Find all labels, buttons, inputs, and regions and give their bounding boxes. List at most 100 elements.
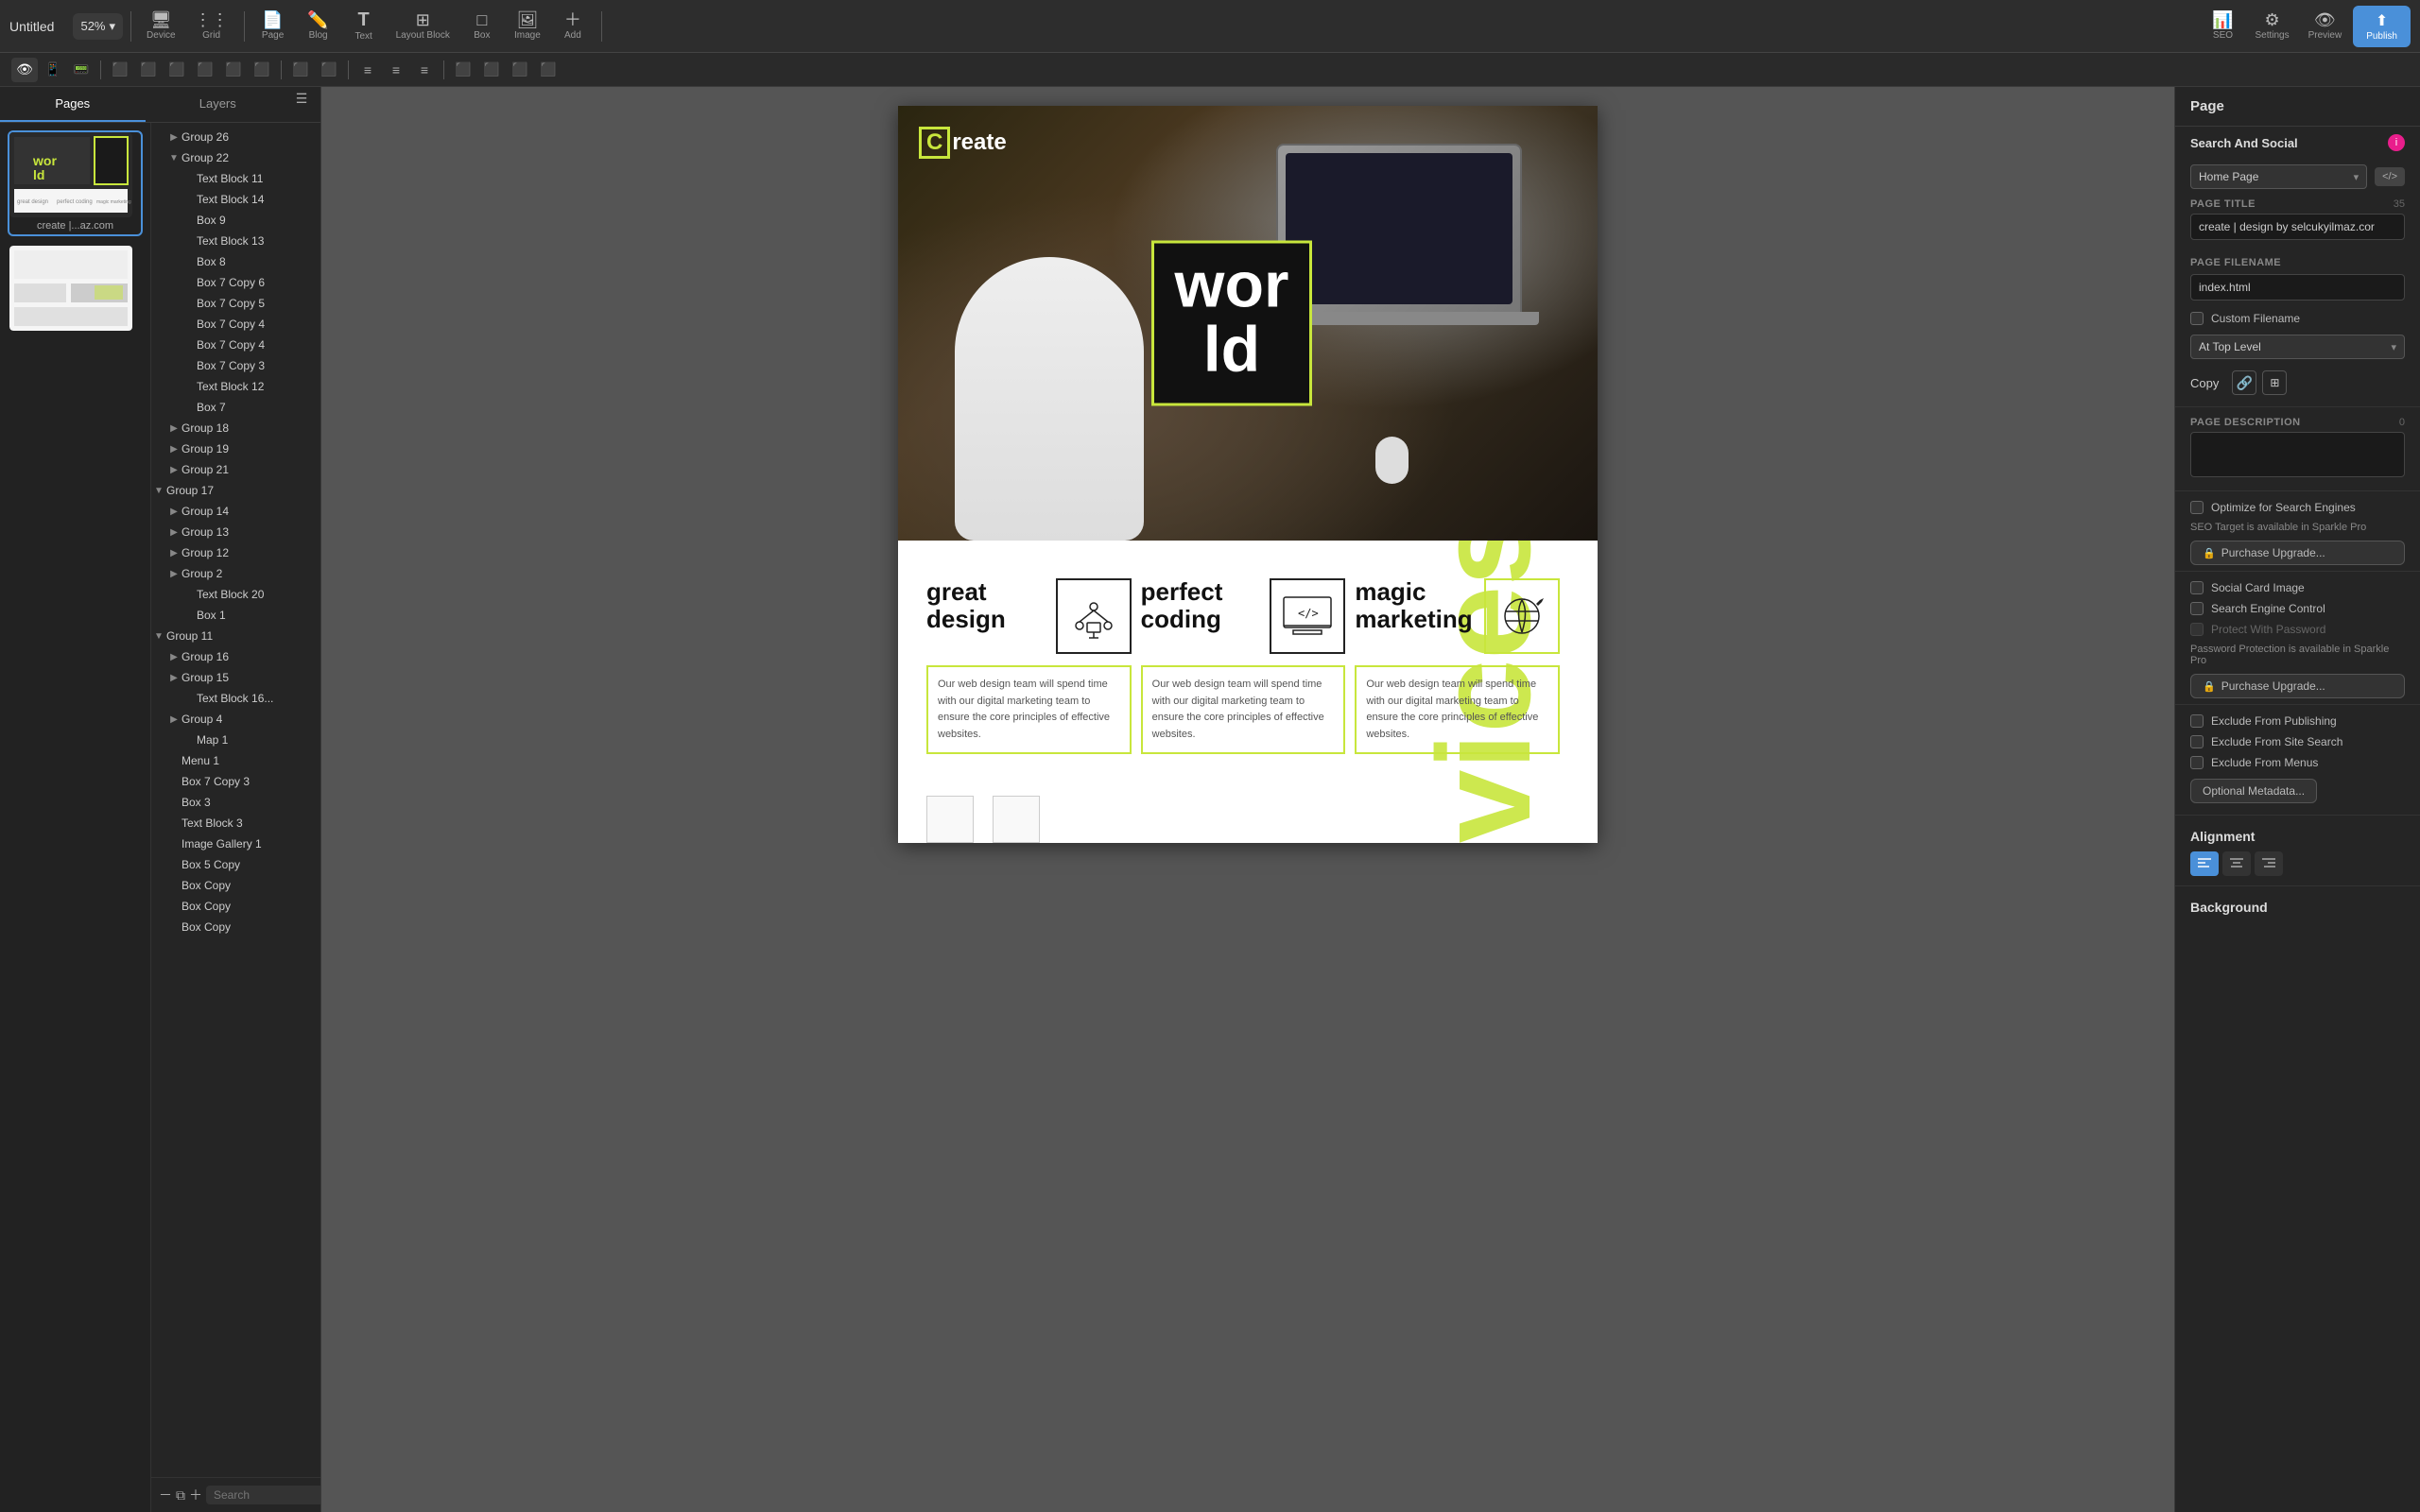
layer-box7c4a[interactable]: Box 7 Copy 4 — [151, 314, 320, 335]
toolbar-box[interactable]: □ Box — [461, 8, 503, 44]
align-center-v-button[interactable]: ⬛ — [220, 58, 247, 82]
exclude-publishing-checkbox[interactable] — [2190, 714, 2204, 728]
layer-group4[interactable]: ▶ Group 4 — [151, 709, 320, 730]
stack-back-button[interactable]: ⬛ — [450, 58, 476, 82]
optional-metadata-button[interactable]: Optional Metadata... — [2190, 779, 2317, 803]
layer-toggle-group15[interactable]: ▶ — [166, 670, 182, 685]
layer-toggle-group12[interactable]: ▶ — [166, 545, 182, 560]
homepage-selector[interactable]: Home Page ▾ — [2190, 164, 2367, 189]
search-social-info-icon[interactable]: i — [2388, 134, 2405, 151]
toolbar-grid[interactable]: ⋮⋮ Grid — [187, 8, 236, 44]
layer-group17[interactable]: ▼ Group 17 — [151, 480, 320, 501]
view-layers-button[interactable]: 👁 — [11, 58, 38, 82]
layer-box9[interactable]: Box 9 — [151, 210, 320, 231]
layer-group18[interactable]: ▶ Group 18 — [151, 418, 320, 438]
layer-map1[interactable]: Map 1 — [151, 730, 320, 750]
layer-toggle-group4[interactable]: ▶ — [166, 712, 182, 727]
page-filename-input[interactable]: index.html — [2190, 274, 2405, 301]
layer-toggle-group26[interactable]: ▶ — [166, 129, 182, 145]
layer-box7c5[interactable]: Box 7 Copy 5 — [151, 293, 320, 314]
layer-textblock12[interactable]: Text Block 12 — [151, 376, 320, 397]
link-copy-button[interactable]: 🔗 — [2232, 370, 2256, 395]
world-box[interactable]: world — [1151, 241, 1312, 406]
layer-box8[interactable]: Box 8 — [151, 251, 320, 272]
layer-box1[interactable]: Box 1 — [151, 605, 320, 626]
social-card-checkbox[interactable] — [2190, 581, 2204, 594]
stack-front-button[interactable]: ⬛ — [535, 58, 562, 82]
layer-boxcopy1[interactable]: Box Copy — [151, 875, 320, 896]
layer-toggle-group19[interactable]: ▶ — [166, 441, 182, 456]
layer-toggle-group11[interactable]: ▼ — [151, 628, 166, 644]
toolbar-device[interactable]: 🖥 Device — [139, 8, 183, 44]
layer-toggle-group18[interactable]: ▶ — [166, 421, 182, 436]
tab-layers[interactable]: Layers — [146, 87, 291, 122]
toolbar-settings[interactable]: ⚙ Settings — [2247, 8, 2296, 44]
search-input[interactable] — [206, 1486, 320, 1504]
toolbar-add[interactable]: ＋ Add — [552, 8, 594, 44]
top-level-selector[interactable]: At Top Level ▾ — [2190, 335, 2405, 359]
toolbar-seo[interactable]: 📊 SEO — [2202, 8, 2243, 44]
toolbar-layout-block[interactable]: ⊞ Layout Block — [389, 8, 458, 44]
layer-group12[interactable]: ▶ Group 12 — [151, 542, 320, 563]
layer-textblock3[interactable]: Text Block 3 — [151, 813, 320, 833]
layer-group19[interactable]: ▶ Group 19 — [151, 438, 320, 459]
page-thumb-1[interactable]: wor ld great design perfect coding magic… — [8, 130, 143, 236]
layers-list-icon[interactable]: ☰ — [290, 87, 313, 110]
align-text-left-button[interactable]: ≡ — [354, 58, 381, 82]
layer-toggle-group2[interactable]: ▶ — [166, 566, 182, 581]
layer-box7c3[interactable]: Box 7 Copy 3 — [151, 355, 320, 376]
protect-password-checkbox[interactable] — [2190, 623, 2204, 636]
purchase-upgrade-btn-2[interactable]: 🔒 Purchase Upgrade... — [2190, 674, 2405, 698]
duplicate-layer-button[interactable]: ⧉ — [176, 1484, 185, 1506]
align-right-button[interactable]: ⬛ — [164, 58, 190, 82]
layer-group11[interactable]: ▼ Group 11 — [151, 626, 320, 646]
align-center-option[interactable] — [2222, 851, 2251, 876]
layer-textblock20[interactable]: Text Block 20 — [151, 584, 320, 605]
layer-toggle-group13[interactable]: ▶ — [166, 524, 182, 540]
layer-toggle-group21[interactable]: ▶ — [166, 462, 182, 477]
optimize-seo-checkbox[interactable] — [2190, 501, 2204, 514]
layer-toggle-group17[interactable]: ▼ — [151, 483, 166, 498]
layer-toggle-group16[interactable]: ▶ — [166, 649, 182, 664]
add-layer-button[interactable]: ＋ — [189, 1484, 202, 1506]
layer-group16[interactable]: ▶ Group 16 — [151, 646, 320, 667]
layer-box7c3b[interactable]: Box 7 Copy 3 — [151, 771, 320, 792]
layer-boxcopy3[interactable]: Box Copy — [151, 917, 320, 937]
layer-group13[interactable]: ▶ Group 13 — [151, 522, 320, 542]
distribute-h-button[interactable]: ⬛ — [287, 58, 314, 82]
layer-group15[interactable]: ▶ Group 15 — [151, 667, 320, 688]
tab-pages[interactable]: Pages — [0, 87, 146, 122]
toolbar-page[interactable]: 📄 Page — [252, 8, 294, 44]
layer-textblock14[interactable]: Text Block 14 — [151, 189, 320, 210]
layer-imagegallery1[interactable]: Image Gallery 1 — [151, 833, 320, 854]
code-edit-button[interactable]: </> — [2375, 167, 2405, 186]
align-right-option[interactable] — [2255, 851, 2283, 876]
align-bottom-button[interactable]: ⬛ — [249, 58, 275, 82]
layer-box3[interactable]: Box 3 — [151, 792, 320, 813]
align-top-button[interactable]: ⬛ — [192, 58, 218, 82]
align-text-right-button[interactable]: ≡ — [411, 58, 438, 82]
stack-forward-button[interactable]: ⬛ — [478, 58, 505, 82]
search-engine-checkbox[interactable] — [2190, 602, 2204, 615]
purchase-upgrade-btn-1[interactable]: 🔒 Purchase Upgrade... — [2190, 541, 2405, 565]
layer-toggle-group22[interactable]: ▼ — [166, 150, 182, 165]
grid-copy-button[interactable]: ⊞ — [2262, 370, 2287, 395]
align-left-button[interactable]: ⬛ — [107, 58, 133, 82]
align-center-h-button[interactable]: ⬛ — [135, 58, 162, 82]
view-mobile-button[interactable]: 📱 — [40, 58, 66, 82]
stack-back2-button[interactable]: ⬛ — [507, 58, 533, 82]
layer-box7c4b[interactable]: Box 7 Copy 4 — [151, 335, 320, 355]
page-thumb-2[interactable] — [8, 244, 143, 333]
layer-boxcopy2[interactable]: Box Copy — [151, 896, 320, 917]
align-left-option[interactable] — [2190, 851, 2219, 876]
distribute-v-button[interactable]: ⬛ — [316, 58, 342, 82]
zoom-control[interactable]: 52% ▾ — [73, 13, 123, 40]
layer-textblock13[interactable]: Text Block 13 — [151, 231, 320, 251]
layer-toggle-group14[interactable]: ▶ — [166, 504, 182, 519]
remove-layer-button[interactable]: － — [159, 1484, 172, 1506]
custom-filename-checkbox[interactable] — [2190, 312, 2204, 325]
layer-textblock11[interactable]: Text Block 11 — [151, 168, 320, 189]
layer-group26[interactable]: ▶ Group 26 — [151, 127, 320, 147]
layer-box7[interactable]: Box 7 — [151, 397, 320, 418]
page-title-input[interactable]: create | design by selcukyilmaz.cor — [2190, 214, 2405, 240]
